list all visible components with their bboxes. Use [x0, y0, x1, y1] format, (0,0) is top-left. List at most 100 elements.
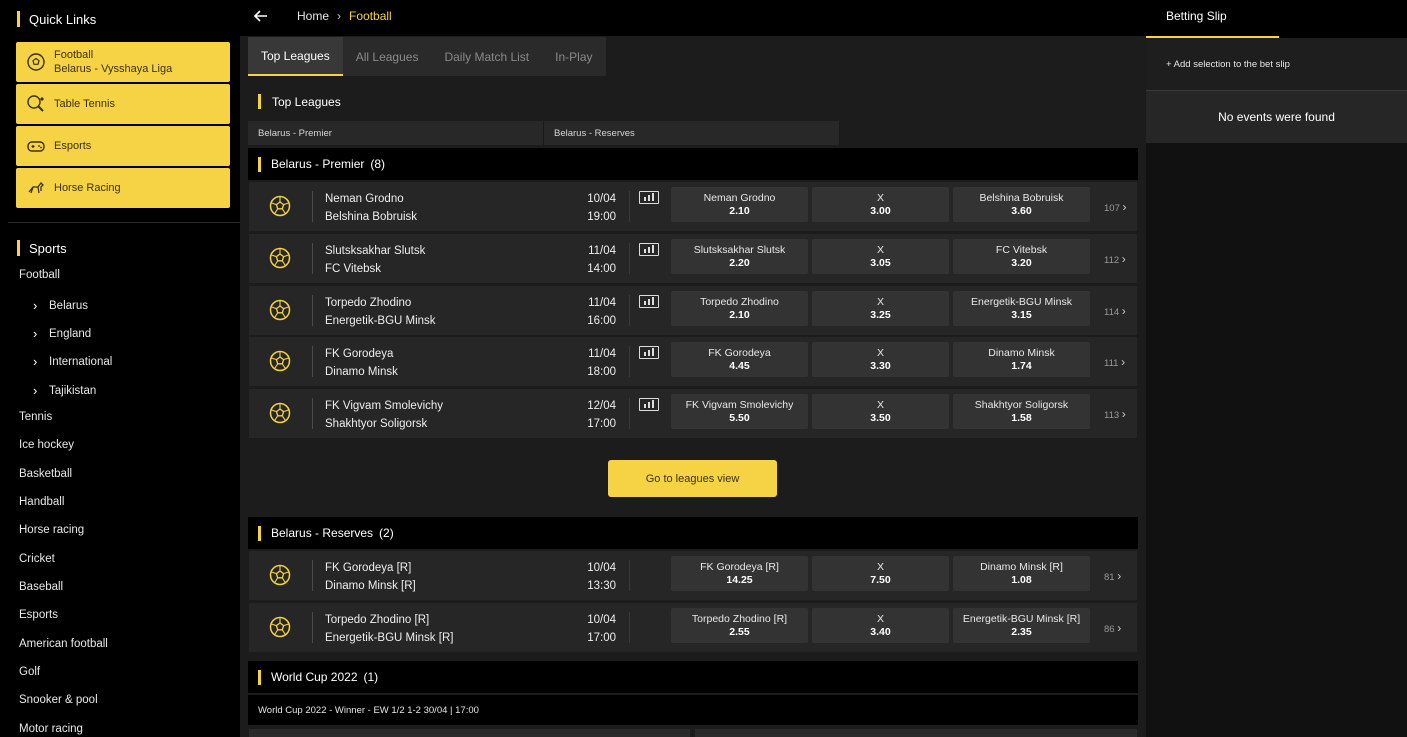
stats-icon[interactable] — [639, 294, 659, 308]
match-datetime: 10/04 17:00 — [569, 611, 616, 647]
match-teams[interactable]: Torpedo Zhodino Energetik-BGU Minsk — [325, 294, 436, 330]
more-markets-link[interactable]: 107 › — [1104, 200, 1127, 214]
sport-snooker[interactable]: Snooker & pool — [19, 694, 98, 706]
main-content: Home › Football Top Leagues All Leagues … — [240, 0, 1146, 737]
tab-daily-match-list[interactable]: Daily Match List — [431, 37, 542, 76]
odds-home-button[interactable]: FK Vigvam Smolevichy 5.50 — [671, 394, 808, 429]
league-header-belarus-premier[interactable]: Belarus - Premier (8) — [248, 148, 1138, 180]
odds-home-button[interactable]: Slutsksakhar Slutsk 2.20 — [671, 238, 808, 274]
odds-away-button[interactable]: Dinamo Minsk [R] 1.08 — [953, 556, 1090, 591]
chevron-right-icon: › — [33, 383, 38, 398]
sport-cricket[interactable]: Cricket — [19, 553, 55, 565]
odds-away-button[interactable]: Energetik-BGU Minsk 3.15 — [953, 290, 1090, 326]
go-to-leagues-button[interactable]: Go to leagues view — [608, 460, 777, 497]
tab-in-play[interactable]: In-Play — [542, 37, 605, 76]
odds-draw-button[interactable]: X 7.50 — [812, 556, 949, 591]
divider — [629, 398, 630, 429]
odds-away-button[interactable]: Belshina Bobruisk 3.60 — [953, 187, 1090, 222]
divider — [629, 294, 630, 326]
odds-draw-button[interactable]: X 3.50 — [812, 394, 949, 429]
odds-away-button[interactable]: Dinamo Minsk 1.74 — [953, 342, 1090, 378]
sport-football-belarus[interactable]: › Belarus — [33, 298, 88, 313]
match-teams[interactable]: Slutsksakhar Slutsk FC Vitebsk — [325, 242, 425, 278]
market-option[interactable] — [249, 729, 690, 737]
sport-basketball[interactable]: Basketball — [19, 468, 72, 480]
breadcrumb-home[interactable]: Home — [297, 9, 329, 23]
more-markets-link[interactable]: 86 › — [1104, 621, 1121, 635]
sport-ice-hockey[interactable]: Ice hockey — [19, 439, 74, 451]
match-row[interactable]: Neman Grodno Belshina Bobruisk 10/04 19:00 N… — [249, 182, 1137, 231]
sport-american-football[interactable]: American football — [19, 638, 108, 650]
accent-bar — [258, 94, 261, 109]
league-chip-belarus-premier[interactable]: Belarus - Premier — [248, 121, 544, 145]
odds-away-button[interactable]: Energetik-BGU Minsk [R] 2.35 — [953, 607, 1090, 643]
sport-horse-racing[interactable]: Horse racing — [19, 524, 84, 536]
quick-link-table-tennis[interactable]: Table Tennis — [16, 84, 230, 124]
tab-top-leagues[interactable]: Top Leagues — [248, 37, 343, 76]
match-teams[interactable]: FK Gorodeya [R] Dinamo Minsk [R] — [325, 559, 416, 595]
odds-home-button[interactable]: Torpedo Zhodino 2.10 — [671, 290, 808, 326]
back-arrow-icon[interactable] — [253, 7, 268, 28]
more-markets-link[interactable]: 112 › — [1104, 252, 1126, 266]
more-markets-link[interactable]: 114 › — [1104, 304, 1126, 318]
stats-icon[interactable] — [639, 191, 659, 204]
tab-all-leagues[interactable]: All Leagues — [343, 37, 432, 76]
football-icon — [269, 247, 291, 269]
match-row[interactable]: FK Vigvam Smolevichy Shakhtyor Soligorsk 1… — [249, 389, 1137, 438]
odds-draw-button[interactable]: X 3.00 — [812, 187, 949, 222]
match-row[interactable]: Torpedo Zhodino [R] Energetik-BGU Minsk [… — [249, 602, 1137, 652]
odds-draw-button[interactable]: X 3.30 — [812, 342, 949, 378]
odds-draw-button[interactable]: X 3.40 — [812, 607, 949, 643]
sport-handball[interactable]: Handball — [19, 496, 64, 508]
away-team: Energetik-BGU Minsk [R] — [325, 631, 454, 644]
match-teams[interactable]: Neman Grodno Belshina Bobruisk — [325, 190, 417, 226]
odds-home-button[interactable]: Neman Grodno 2.10 — [671, 187, 808, 222]
match-row[interactable]: FK Gorodeya Dinamo Minsk 11/04 18:00 FK Goro… — [249, 337, 1137, 387]
world-cup-market[interactable]: World Cup 2022 - Winner - EW 1/2 1-2 30/… — [248, 695, 1138, 725]
stats-icon[interactable] — [639, 346, 659, 360]
odds-away-button[interactable]: FC Vitebsk 3.20 — [953, 238, 1090, 274]
odds-home-button[interactable]: FK Gorodeya 4.45 — [671, 342, 808, 378]
more-markets-link[interactable]: 81 › — [1104, 569, 1121, 583]
more-markets-link[interactable]: 113 › — [1104, 407, 1126, 421]
match-date: 11/04 — [588, 296, 616, 309]
odds-draw-button[interactable]: X 3.05 — [812, 238, 949, 274]
home-team: FK Vigvam Smolevichy — [325, 400, 444, 412]
match-row[interactable]: Slutsksakhar Slutsk FC Vitebsk 11/04 14:00 S… — [249, 233, 1137, 283]
match-row[interactable]: Torpedo Zhodino Energetik-BGU Minsk 11/04 1… — [249, 285, 1137, 335]
odds-home-button[interactable]: FK Gorodeya [R] 14.25 — [671, 556, 808, 591]
sport-football-england[interactable]: › England — [33, 326, 91, 341]
stats-icon[interactable] — [639, 398, 659, 411]
match-teams[interactable]: FK Gorodeya Dinamo Minsk — [325, 345, 398, 381]
sport-tennis[interactable]: Tennis — [19, 411, 52, 423]
stats-icon[interactable] — [639, 242, 659, 256]
divider — [312, 398, 313, 429]
sport-golf[interactable]: Golf — [19, 666, 40, 678]
more-markets-link[interactable]: 111 › — [1104, 355, 1125, 369]
match-row[interactable]: FK Gorodeya [R] Dinamo Minsk [R] 10/04 13:3… — [249, 551, 1137, 600]
league-header-world-cup[interactable]: World Cup 2022 (1) — [248, 661, 1138, 693]
sport-football[interactable]: Football — [19, 269, 60, 281]
league-chip-belarus-reserves[interactable]: Belarus - Reserves — [544, 121, 840, 145]
match-teams[interactable]: Torpedo Zhodino [R] Energetik-BGU Minsk [… — [325, 611, 453, 647]
league-header-belarus-reserves[interactable]: Belarus - Reserves (2) — [248, 517, 1138, 549]
match-date: 11/04 — [588, 244, 616, 257]
sport-esports[interactable]: Esports — [19, 609, 58, 621]
sport-football-tajikistan[interactable]: › Tajikistan — [33, 383, 96, 398]
quick-link-horse-racing[interactable]: Horse Racing — [16, 168, 230, 208]
sport-motor-racing[interactable]: Motor racing — [19, 723, 83, 735]
away-team: Dinamo Minsk — [325, 366, 398, 379]
odds-draw-button[interactable]: X 3.25 — [812, 290, 949, 326]
tab-betting-slip[interactable]: Betting Slip — [1146, 0, 1279, 38]
quick-link-esports[interactable]: Esports — [16, 126, 230, 166]
match-teams[interactable]: FK Vigvam Smolevichy Shakhtyor Soligorsk — [325, 397, 443, 433]
sport-baseball[interactable]: Baseball — [19, 581, 63, 593]
sport-football-international[interactable]: › International — [33, 354, 112, 369]
divider — [312, 346, 313, 378]
quick-link-football[interactable]: Football Belarus - Vysshaya Liga — [16, 42, 230, 82]
match-datetime: 10/04 19:00 — [569, 190, 616, 226]
breadcrumb: Home › Football — [297, 9, 392, 23]
odds-home-button[interactable]: Torpedo Zhodino [R] 2.55 — [671, 607, 808, 643]
odds-away-button[interactable]: Shakhtyor Soligorsk 1.58 — [953, 394, 1090, 429]
market-option[interactable] — [695, 729, 1137, 737]
